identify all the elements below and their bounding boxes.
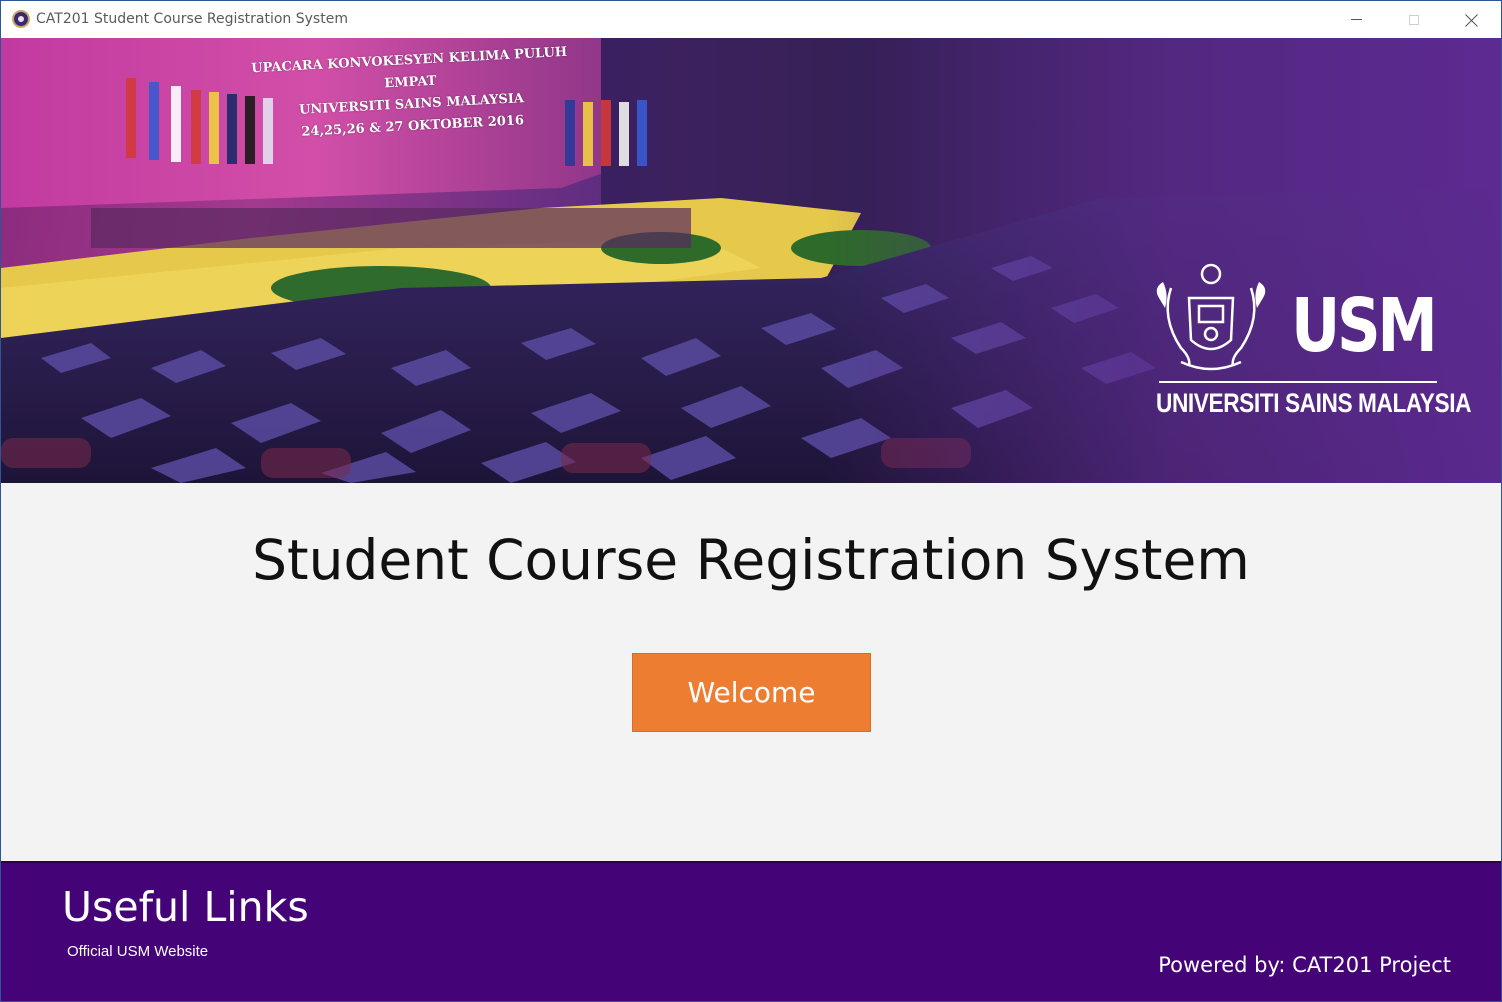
welcome-button[interactable]: Welcome: [632, 653, 871, 732]
maximize-icon: [1409, 14, 1419, 25]
powered-by-text: Powered by: CAT201 Project: [1158, 953, 1451, 977]
useful-links-heading: Useful Links: [62, 883, 309, 931]
usm-logo-divider: [1159, 381, 1437, 383]
usm-crest-icon: [12, 10, 30, 28]
title-bar[interactable]: CAT201 Student Course Registration Syste…: [1, 1, 1501, 38]
usm-letters: USM: [1291, 283, 1438, 369]
footer: Useful Links Official USM Website Powere…: [1, 861, 1501, 1001]
page-title: Student Course Registration System: [252, 528, 1250, 592]
usm-logo: USM UNIVERSITI SAINS MALAYSIA: [1151, 258, 1471, 428]
minimize-button[interactable]: [1327, 1, 1385, 38]
banner-photo-caption: UPACARA KONVOKESYEN KELIMA PULUH EMPAT U…: [249, 42, 573, 147]
close-button[interactable]: [1443, 1, 1501, 38]
maximize-button[interactable]: [1385, 1, 1443, 38]
convocation-banner: UPACARA KONVOKESYEN KELIMA PULUH EMPAT U…: [1, 38, 1501, 483]
minimize-icon: [1350, 19, 1362, 20]
official-usm-website-link[interactable]: Official USM Website: [67, 943, 208, 960]
usm-crest-emblem: [1156, 263, 1266, 371]
usm-full-name: UNIVERSITI SAINS MALAYSIA: [1156, 388, 1472, 418]
app-window: CAT201 Student Course Registration Syste…: [0, 0, 1502, 1002]
window-title: CAT201 Student Course Registration Syste…: [36, 11, 348, 27]
close-icon: [1465, 13, 1479, 27]
